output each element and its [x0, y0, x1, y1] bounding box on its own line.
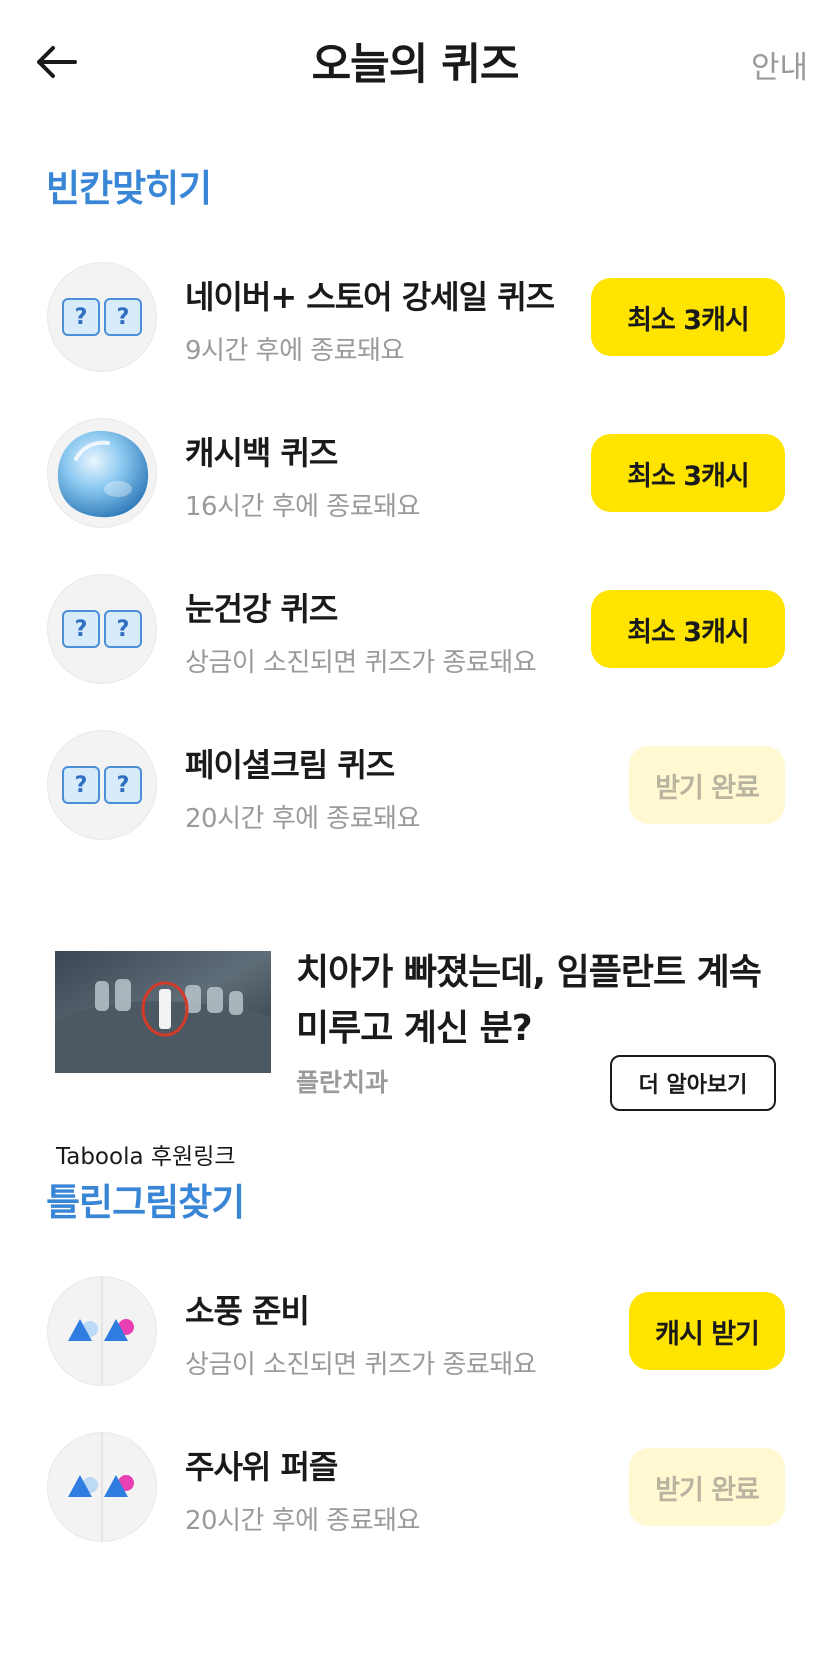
- quiz-subtitle: 상금이 소진되면 퀴즈가 종료돼요: [185, 648, 537, 678]
- quiz-title: 페이셜크림 퀴즈: [185, 746, 395, 784]
- question-marks-icon: ??: [47, 730, 157, 840]
- ad-source: 플란치과: [296, 1068, 389, 1097]
- header: 오늘의 퀴즈 안내: [0, 0, 830, 130]
- guide-link[interactable]: 안내: [751, 42, 808, 87]
- page-title: 오늘의 퀴즈: [311, 40, 520, 90]
- question-marks-icon: ??: [47, 262, 157, 372]
- spot-difference-icon: [47, 1432, 157, 1542]
- dental-xray-image[interactable]: [55, 951, 271, 1073]
- claim-cash-button[interactable]: 캐시 받기: [629, 1292, 785, 1370]
- section-title-fill-blank: 빈칸맞히기: [46, 167, 212, 210]
- quiz-subtitle: 상금이 소진되면 퀴즈가 종료돼요: [185, 1350, 537, 1380]
- quiz-subtitle: 9시간 후에 종료돼요: [185, 336, 404, 366]
- reward-claimed-button[interactable]: 받기 완료: [629, 1448, 785, 1526]
- reward-button[interactable]: 최소 3캐시: [591, 434, 785, 512]
- quiz-item[interactable]: 캐시백 퀴즈 16시간 후에 종료돼요 최소 3캐시: [0, 418, 830, 538]
- quiz-title: 소풍 준비: [185, 1292, 310, 1330]
- quiz-item[interactable]: 주사위 퍼즐 20시간 후에 종료돼요 받기 완료: [0, 1432, 830, 1552]
- reward-claimed-button[interactable]: 받기 완료: [629, 746, 785, 824]
- reward-button[interactable]: 최소 3캐시: [591, 278, 785, 356]
- quiz-item[interactable]: ?? 페이셜크림 퀴즈 20시간 후에 종료돼요 받기 완료: [0, 730, 830, 850]
- section-title-spot-difference: 틀린그림찾기: [46, 1181, 245, 1224]
- quiz-subtitle: 16시간 후에 종료돼요: [185, 492, 420, 522]
- quiz-item[interactable]: ?? 네이버+ 스토어 강세일 퀴즈 9시간 후에 종료돼요 최소 3캐시: [0, 262, 830, 382]
- water-drop-image: [47, 418, 157, 528]
- spot-difference-icon: [47, 1276, 157, 1386]
- quiz-title: 캐시백 퀴즈: [185, 434, 338, 472]
- quiz-title: 네이버+ 스토어 강세일 퀴즈: [185, 278, 555, 316]
- quiz-item[interactable]: 소풍 준비 상금이 소진되면 퀴즈가 종료돼요 캐시 받기: [0, 1276, 830, 1396]
- learn-more-button[interactable]: 더 알아보기: [610, 1055, 776, 1111]
- quiz-subtitle: 20시간 후에 종료돼요: [185, 804, 420, 834]
- quiz-title: 주사위 퍼즐: [185, 1448, 338, 1486]
- sponsored-ad[interactable]: 치아가 빠졌는데, 임플란트 계속 미루고 계신 분? 플란치과 더 알아보기 …: [0, 945, 830, 1175]
- quiz-subtitle: 20시간 후에 종료돼요: [185, 1506, 420, 1536]
- quiz-item[interactable]: ?? 눈건강 퀴즈 상금이 소진되면 퀴즈가 종료돼요 최소 3캐시: [0, 574, 830, 694]
- ad-headline[interactable]: 치아가 빠졌는데, 임플란트 계속 미루고 계신 분?: [296, 945, 796, 1057]
- sponsor-label[interactable]: Taboola 후원링크: [56, 1137, 236, 1171]
- question-marks-icon: ??: [47, 574, 157, 684]
- quiz-title: 눈건강 퀴즈: [185, 590, 338, 628]
- reward-button[interactable]: 최소 3캐시: [591, 590, 785, 668]
